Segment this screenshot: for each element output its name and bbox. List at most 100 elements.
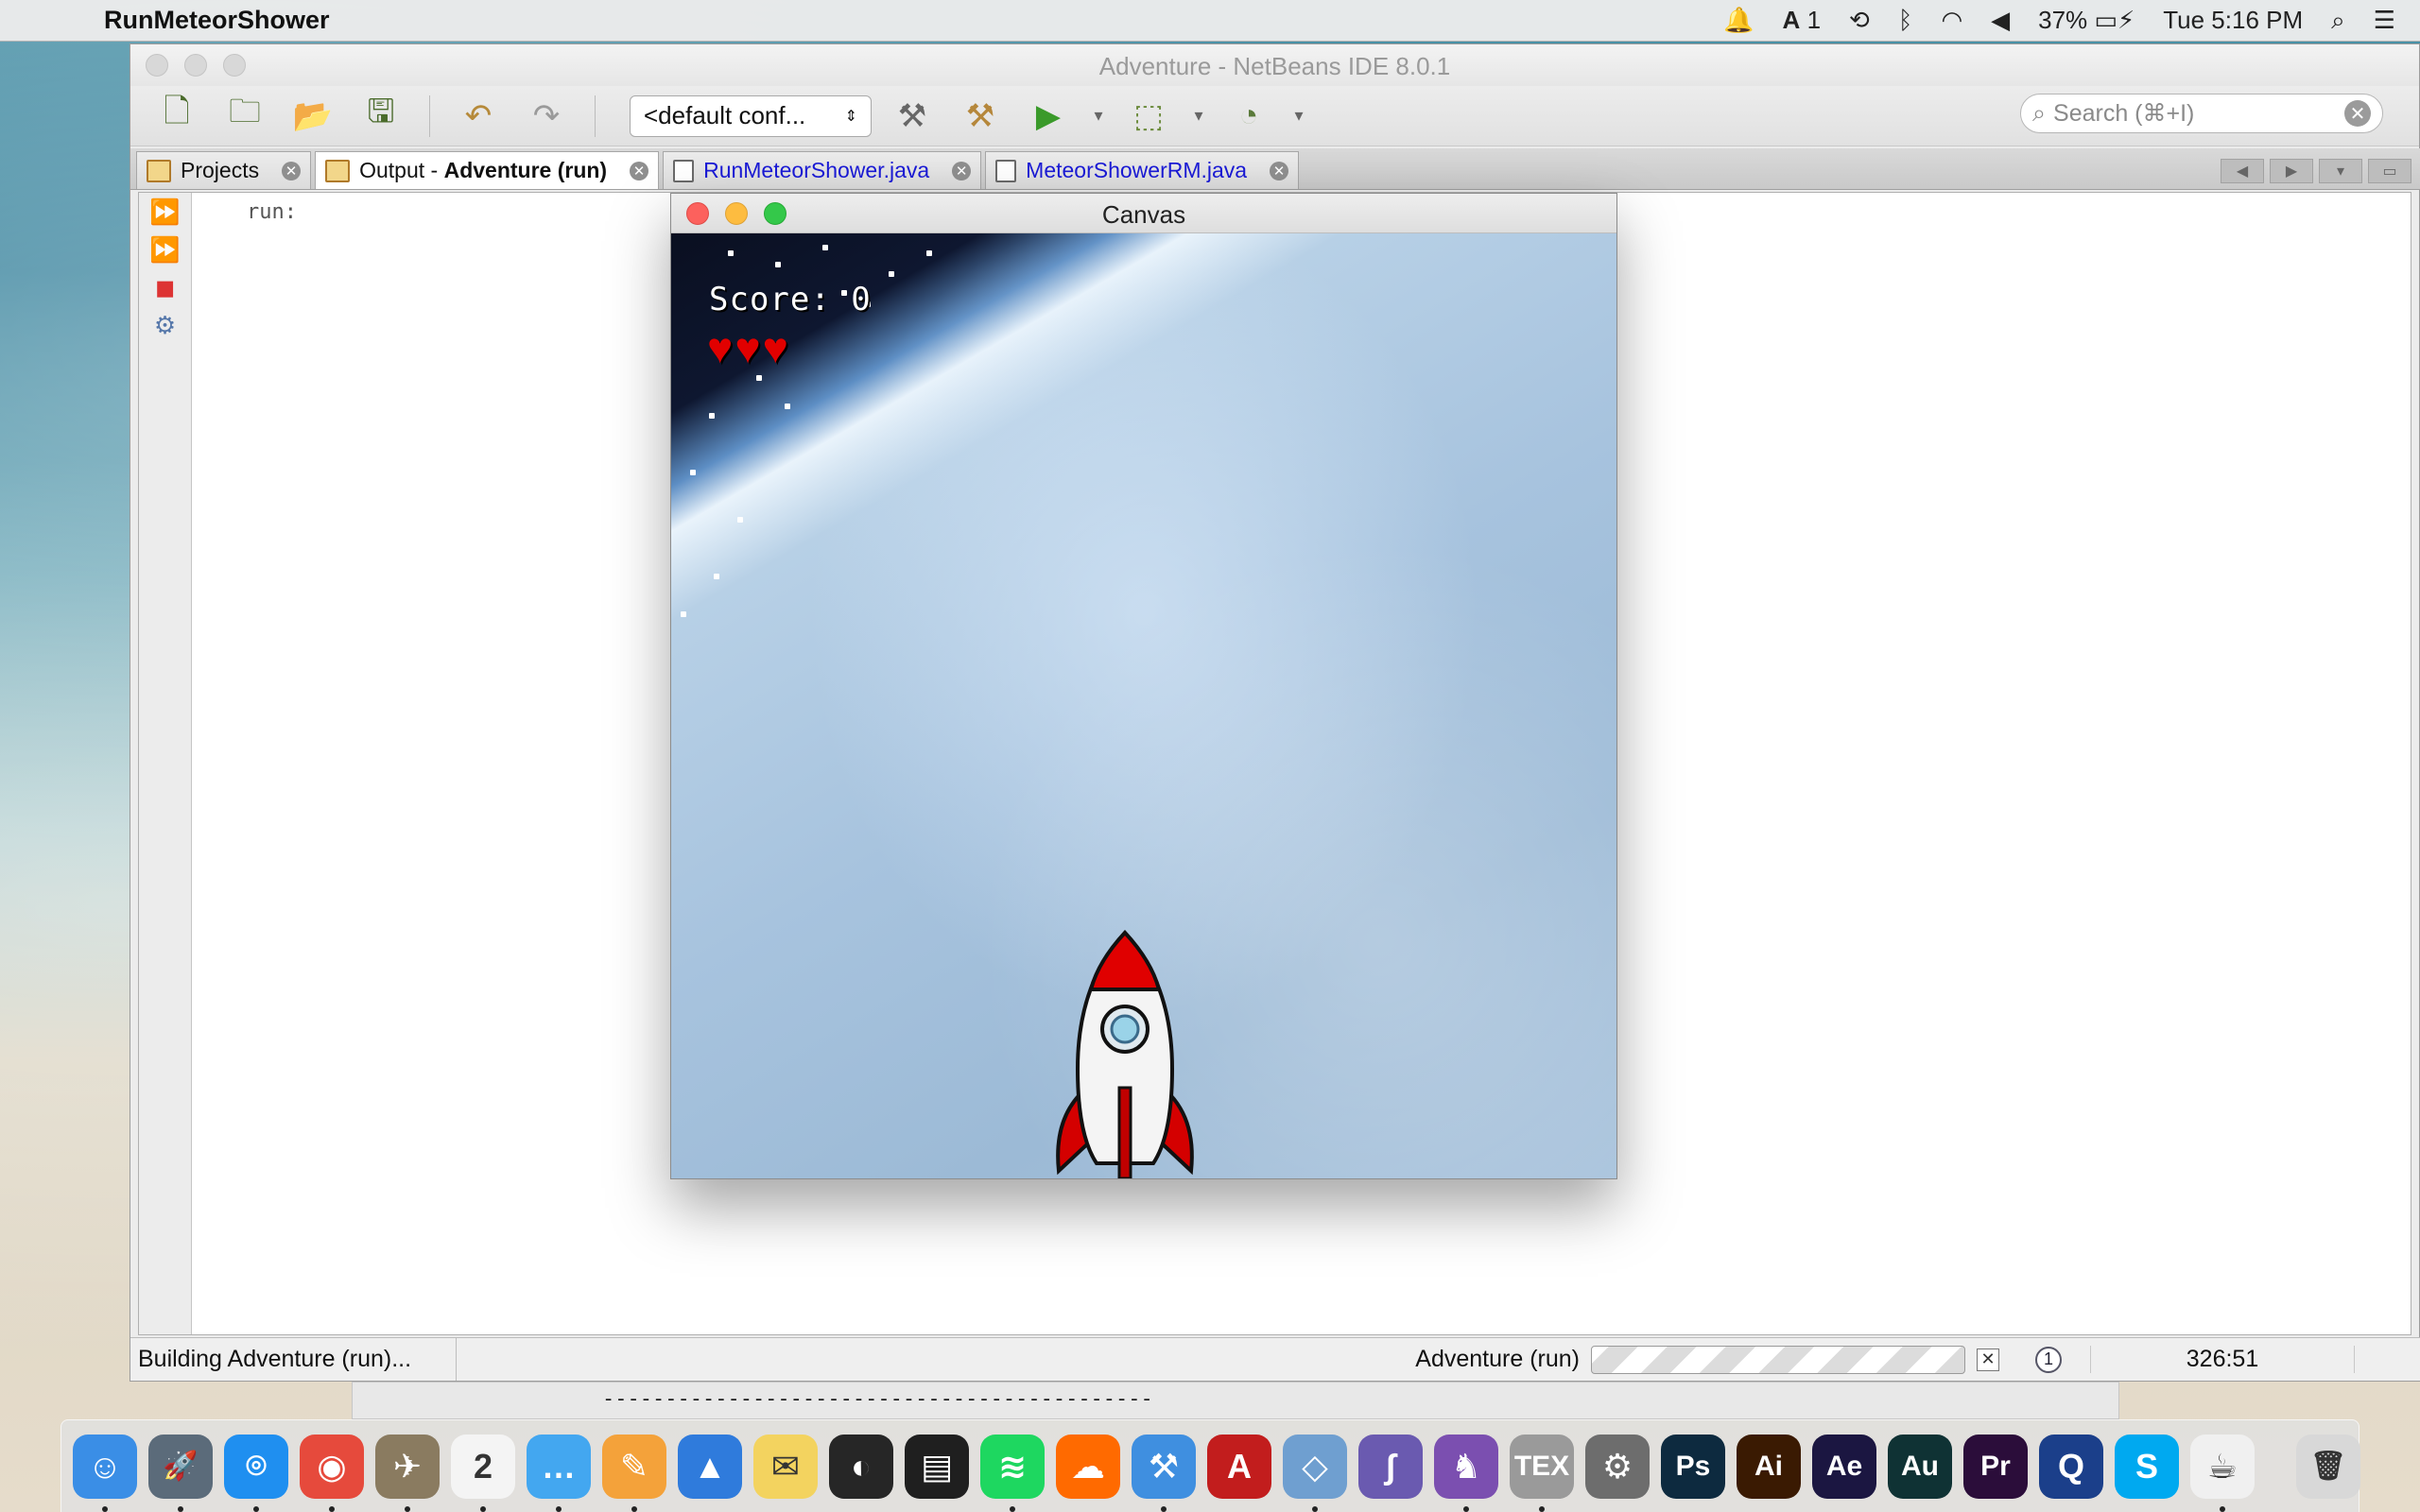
dock-keynote-icon[interactable]: ▲: [678, 1434, 742, 1499]
dock-xcode-icon[interactable]: ⚒: [1132, 1434, 1196, 1512]
task-progress-bar[interactable]: [1591, 1345, 1965, 1374]
stop-icon[interactable]: ◼: [149, 272, 182, 302]
rocket-ship: [1056, 930, 1194, 1178]
running-indicator: [253, 1505, 259, 1512]
select-arrows-icon: ⇕: [844, 108, 857, 125]
settings-icon[interactable]: ⚙: [149, 310, 182, 340]
ide-titlebar[interactable]: Adventure - NetBeans IDE 8.0.1: [130, 44, 2419, 86]
dock-tex-shop-icon[interactable]: TEX: [1510, 1434, 1574, 1512]
profile-dropdown-icon[interactable]: ▾: [1289, 91, 1308, 142]
maximize-window-icon[interactable]: ▭: [2368, 159, 2411, 183]
notifications-icon[interactable]: 1: [2035, 1346, 2062, 1373]
dock-virtualbox-icon[interactable]: ◇: [1283, 1434, 1347, 1512]
canvas-titlebar[interactable]: Canvas: [671, 194, 1616, 233]
dock-adobe-reader-icon[interactable]: A: [1207, 1434, 1271, 1499]
tab-close-icon[interactable]: ✕: [282, 161, 302, 180]
tab-list-dropdown-icon[interactable]: ▾: [2319, 159, 2362, 183]
ide-tab-bar: Projects ✕ Output - Adventure (run) ✕ Ru…: [130, 148, 2420, 190]
new-file-icon[interactable]: 🗋: [149, 91, 204, 142]
tab-meteorshowerrm-java[interactable]: MeteorShowerRM.java ✕: [985, 151, 1300, 189]
dock-trash-icon[interactable]: 🗑: [2296, 1434, 2360, 1499]
dock-photo-booth-icon[interactable]: ▤: [905, 1434, 969, 1499]
output-console-text: run:: [247, 200, 297, 224]
projects-folder-icon: [147, 159, 171, 182]
dock-messages-icon[interactable]: …: [527, 1434, 591, 1512]
dock-photoshop-icon[interactable]: Ps: [1661, 1434, 1725, 1499]
ide-window-title: Adventure - NetBeans IDE 8.0.1: [1098, 52, 1451, 80]
dock-system-preferences-icon[interactable]: ⚙: [1585, 1434, 1650, 1499]
tab-close-icon[interactable]: ✕: [630, 161, 649, 180]
game-canvas[interactable]: Score: 0 ♥ ♥ ♥: [671, 233, 1616, 1178]
bluetooth-icon[interactable]: ᛒ: [1898, 6, 1913, 35]
notification-bell-icon[interactable]: 🔔: [1723, 6, 1754, 35]
tab-close-icon[interactable]: ✕: [952, 161, 972, 180]
spotlight-search-icon[interactable]: ⌕: [2331, 6, 2345, 36]
wifi-icon[interactable]: ◠: [1941, 6, 1962, 35]
dock-java-icon[interactable]: ☕: [2190, 1434, 2255, 1512]
dock-after-effects-icon[interactable]: Ae: [1812, 1434, 1876, 1499]
running-indicator: [1010, 1505, 1015, 1512]
dock-premiere-icon[interactable]: Pr: [1963, 1434, 2028, 1499]
dock-emacs-icon[interactable]: ∫: [1358, 1434, 1423, 1499]
debug-dropdown-icon[interactable]: ▾: [1189, 91, 1208, 142]
tab-close-icon[interactable]: ✕: [1270, 161, 1289, 180]
menu-clock[interactable]: Tue 5:16 PM: [2163, 6, 2303, 35]
dock-quicktime-icon[interactable]: Q: [2039, 1434, 2103, 1499]
running-indicator: [1161, 1505, 1167, 1512]
tab-output[interactable]: Output - Adventure (run) ✕: [315, 151, 660, 189]
build-hammer-icon[interactable]: ⚒: [885, 91, 940, 142]
java-file-icon: [673, 159, 695, 182]
run-project-icon[interactable]: ▶: [1021, 91, 1076, 142]
rerun-icon[interactable]: ⏩: [149, 197, 182, 227]
profile-project-icon[interactable]: ◔: [1221, 91, 1276, 142]
tab-runmeteorshower-java[interactable]: RunMeteorShower.java ✕: [663, 151, 982, 189]
time-machine-icon[interactable]: ⟲: [1849, 6, 1870, 35]
dock-soundcloud-icon[interactable]: ☁: [1056, 1434, 1120, 1499]
running-indicator: [2220, 1505, 2225, 1512]
tab-label: Output - Adventure (run): [359, 158, 608, 182]
dock-launchpad-icon[interactable]: 🚀: [148, 1434, 213, 1512]
battery-status[interactable]: 37% ▭⚡: [2038, 6, 2135, 35]
dock-spotify-icon[interactable]: ≋: [980, 1434, 1045, 1512]
adobe-cc-menu[interactable]: A 1: [1783, 6, 1821, 35]
dock-skype-icon[interactable]: S: [2115, 1434, 2179, 1499]
cancel-task-icon[interactable]: ✕: [1977, 1348, 1999, 1371]
undo-icon[interactable]: ↶: [451, 91, 506, 142]
dock-stickies-icon[interactable]: ✉: [753, 1434, 818, 1499]
rerun-with-params-icon[interactable]: ⏩: [149, 234, 182, 265]
heart-icon: ♥: [707, 323, 734, 372]
dock-chrome-icon[interactable]: ◉: [300, 1434, 364, 1512]
terminal-dashes: ----------------------------------------…: [602, 1387, 1153, 1411]
redo-icon[interactable]: ↷: [519, 91, 574, 142]
dock-calendar-icon[interactable]: 2: [451, 1434, 515, 1512]
volume-icon[interactable]: ◀: [1991, 6, 2010, 35]
open-project-icon[interactable]: 📂: [285, 91, 340, 142]
dock-dashboard-icon[interactable]: ◐: [829, 1434, 893, 1499]
running-task-label: Adventure (run): [1415, 1346, 1580, 1372]
search-clear-icon[interactable]: ✕: [2344, 100, 2371, 127]
debug-project-icon[interactable]: ⬚: [1121, 91, 1176, 142]
running-indicator: [631, 1505, 637, 1512]
tab-label: MeteorShowerRM.java: [1026, 158, 1248, 182]
dock-safari-icon[interactable]: ⌾: [224, 1434, 288, 1512]
run-dropdown-icon[interactable]: ▾: [1089, 91, 1108, 142]
dock-audition-icon[interactable]: Au: [1888, 1434, 1952, 1499]
tab-projects[interactable]: Projects ✕: [136, 151, 312, 189]
save-all-icon[interactable]: 🖫: [354, 91, 408, 142]
configuration-select[interactable]: <default conf... ⇕: [630, 94, 872, 137]
app-menu-name[interactable]: RunMeteorShower: [104, 6, 330, 35]
dock-github-icon[interactable]: ♞: [1434, 1434, 1498, 1512]
notification-center-icon[interactable]: ☰: [2374, 6, 2395, 35]
dock-pages-icon[interactable]: ✎: [602, 1434, 666, 1512]
dock-preview-icon[interactable]: ✈: [375, 1434, 440, 1512]
output-window-icon: [325, 159, 351, 182]
clean-build-icon[interactable]: ⚒: [953, 91, 1008, 142]
ide-search-box[interactable]: ⌕ Search (⌘+I) ✕: [2020, 94, 2383, 133]
scroll-tabs-right-icon[interactable]: ▶: [2270, 159, 2313, 183]
new-project-icon[interactable]: 🗀: [217, 91, 272, 142]
running-indicator: [102, 1505, 108, 1512]
toolbar-divider: [595, 94, 596, 137]
scroll-tabs-left-icon[interactable]: ◀: [2221, 159, 2264, 183]
dock-illustrator-icon[interactable]: Ai: [1737, 1434, 1801, 1499]
dock-finder-icon[interactable]: ☺: [73, 1434, 137, 1512]
